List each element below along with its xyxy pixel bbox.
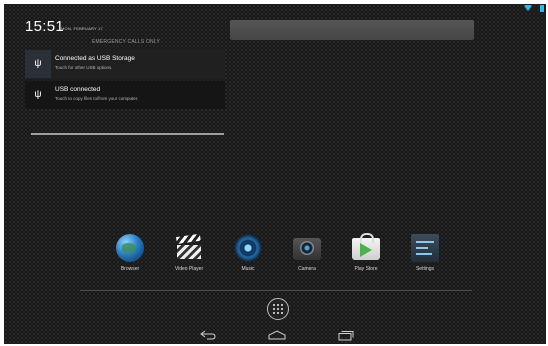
clock: 15:51 (25, 18, 65, 35)
home-icon (268, 330, 286, 340)
shopping-bag-icon (352, 233, 380, 260)
search-bar[interactable] (230, 20, 474, 40)
notification-subtitle: Touch to copy files to/from your compute… (55, 96, 139, 101)
app-play-store[interactable]: Play Store (341, 232, 391, 282)
notification-subtitle: Touch for other USB options. (55, 65, 113, 70)
app-music[interactable]: Music (223, 232, 273, 282)
app-video-player[interactable]: Video Player (164, 232, 214, 282)
app-settings[interactable]: Settings (400, 232, 450, 282)
shade-handle[interactable] (31, 133, 224, 135)
battery-icon (540, 5, 544, 12)
notification-usb-storage[interactable]: ψ Connected as USB Storage Touch for oth… (25, 50, 225, 78)
wifi-icon (524, 5, 532, 11)
app-label: Camera (298, 266, 316, 272)
sliders-icon (411, 234, 439, 262)
app-label: Music (241, 266, 255, 272)
recent-apps-icon (338, 330, 354, 340)
notification-title: USB connected (55, 86, 101, 93)
app-label: Browser (120, 266, 140, 272)
home-screen: 15:51 MON, FEBRUARY 17 EMERGENCY CALLS O… (4, 4, 546, 344)
camera-icon (293, 238, 321, 260)
usb-icon: ψ (25, 50, 51, 78)
emergency-calls-label: EMERGENCY CALLS ONLY (91, 39, 160, 45)
speaker-icon (234, 234, 262, 262)
back-button[interactable] (197, 328, 219, 342)
dock-divider (80, 290, 472, 291)
app-dock: Browser Video Player Music Camera Play S… (4, 232, 546, 282)
app-grid-icon (273, 304, 283, 314)
navigation-bar (4, 326, 546, 344)
notification-shade: 15:51 MON, FEBRUARY 17 EMERGENCY CALLS O… (21, 14, 231, 138)
all-apps-button[interactable] (267, 298, 289, 320)
app-label: Video Player (174, 266, 204, 272)
app-browser[interactable]: Browser (105, 232, 155, 282)
date: MON, FEBRUARY 17 (61, 26, 103, 31)
app-label: Play Store (354, 266, 378, 272)
notification-title: Connected as USB Storage (55, 55, 135, 62)
usb-icon: ψ (34, 89, 42, 100)
back-icon (200, 330, 216, 340)
notification-usb-connected[interactable]: ψ USB connected Touch to copy files to/f… (25, 81, 225, 109)
home-button[interactable] (266, 328, 288, 342)
app-camera[interactable]: Camera (282, 232, 332, 282)
status-bar[interactable] (516, 4, 546, 14)
clapperboard-icon (175, 233, 203, 262)
app-label: Settings (415, 266, 435, 272)
globe-icon (116, 234, 144, 262)
recent-apps-button[interactable] (335, 328, 357, 342)
